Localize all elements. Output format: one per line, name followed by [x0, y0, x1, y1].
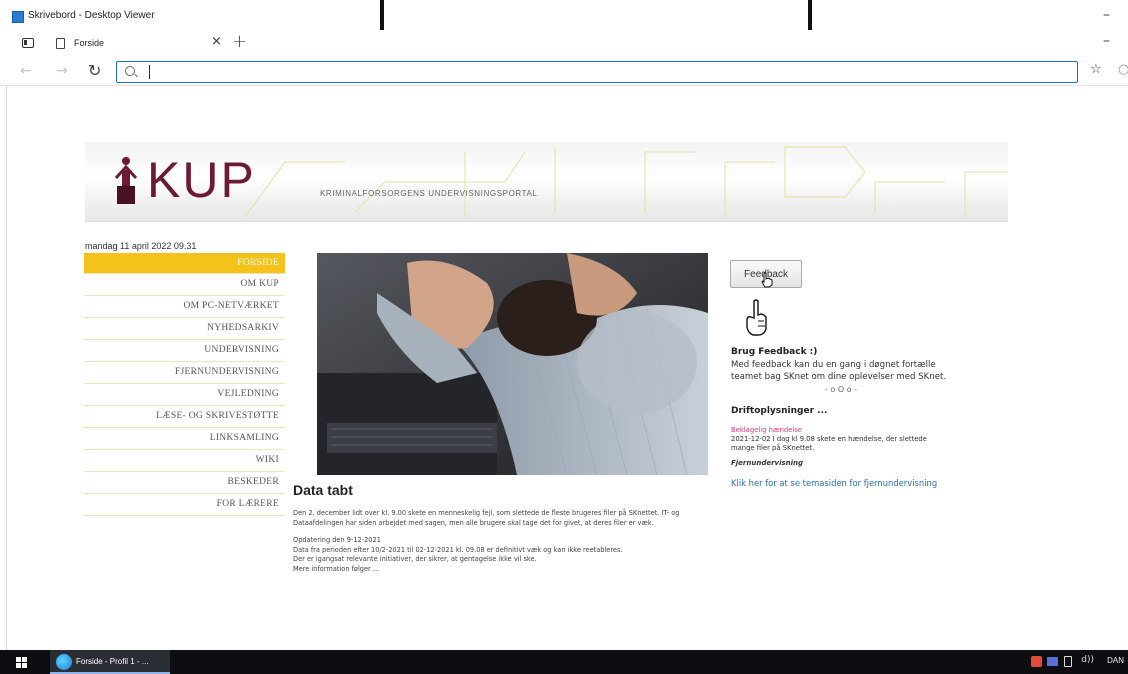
incident-title[interactable]: Beklagelig hændelse [731, 426, 951, 434]
text-caret [149, 65, 150, 79]
remote-teaching-link[interactable]: Klik her for at se temasiden for fjernun… [731, 478, 937, 488]
current-datetime: mandag 11 april 2022 09.31 [85, 241, 197, 251]
window-title: Skrivebord - Desktop Viewer [28, 10, 155, 21]
tab-close-button[interactable]: × [211, 34, 222, 49]
update-line: Data fra perioden efter 10/2-2021 til 02… [293, 545, 623, 554]
taskbar-app-label: Forside - Profil 1 - ... [76, 657, 149, 666]
url-input[interactable] [116, 61, 1078, 83]
browser-menu-icon[interactable]: ○ [1118, 62, 1128, 77]
favorites-icon[interactable]: ☆ [1090, 62, 1102, 77]
browser-tab-forside[interactable]: Forside × [46, 30, 226, 58]
input-language-indicator[interactable]: DAN [1107, 656, 1124, 665]
browser-minimize-button[interactable]: – [1103, 33, 1110, 49]
site-subtitle: KRIMINALFORSORGENS UNDERVISNINGSPORTAL [320, 189, 538, 198]
tab-actions-icon[interactable] [22, 38, 34, 48]
windows-start-icon[interactable] [16, 657, 28, 669]
remote-teaching-title: Fjernundervisning [731, 459, 804, 467]
browser-address-bar: ← → ↻ ☆ ○ [0, 58, 1128, 86]
nav-item-nyhedsarkiv[interactable]: NYHEDSARKIV [84, 318, 285, 340]
article-title: Data tabt [293, 482, 353, 498]
nav-item-laese-og-skrivestotte[interactable]: LÆSE- OG SKRIVESTØTTE [84, 406, 285, 428]
taskbar-browser-app[interactable]: Forside - Profil 1 - ... [50, 650, 170, 674]
volume-icon[interactable]: d)) [1081, 655, 1094, 665]
window-minimize-button[interactable]: – [1103, 7, 1110, 23]
sidebar-right: Brug Feedback :) Med feedback kan du en … [731, 347, 951, 490]
feedback-text: Med feedback kan du en gang i døgnet for… [731, 360, 947, 382]
kup-logo-text[interactable]: KUP [147, 152, 256, 208]
operations-info-title: Driftoplysninger ... [731, 406, 828, 416]
web-page: KUP KRIMINALFORSORGENS UNDERVISNINGSPORT… [0, 86, 1128, 650]
desktop-viewer-app-icon [12, 11, 24, 23]
section-divider: - o O o - [824, 385, 858, 394]
kup-logo-icon [114, 157, 138, 204]
distressed-person-illustration [317, 253, 708, 475]
hand-cursor-icon [761, 272, 773, 288]
nav-item-beskeder[interactable]: BESKEDER [84, 472, 285, 494]
incident-text: 2021-12-02 I dag kl 9.08 skete en hændel… [731, 435, 927, 452]
nav-item-linksamling[interactable]: LINKSAMLING [84, 428, 285, 450]
edge-browser-icon [56, 654, 72, 670]
nav-item-fjernundervisning[interactable]: FJERNUNDERVISNING [84, 362, 285, 384]
forward-arrow-icon[interactable]: → [56, 63, 68, 79]
nav-item-om-kup[interactable]: OM KUP [84, 274, 285, 296]
site-header-banner: KUP KRIMINALFORSORGENS UNDERVISNINGSPORT… [85, 142, 1008, 222]
nav-item-vejledning[interactable]: VEJLEDNING [84, 384, 285, 406]
feedback-title: Brug Feedback :) [731, 347, 818, 357]
windows-taskbar: Forside - Profil 1 - ... d)) DAN [0, 650, 1128, 674]
nav-item-om-pc-netvaerket[interactable]: OM PC-NETVÆRKET [84, 296, 285, 318]
new-tab-button[interactable]: + [232, 31, 247, 52]
tray-app-icon[interactable] [1031, 656, 1042, 667]
search-icon [125, 66, 135, 76]
page-icon [56, 38, 65, 49]
article-body: Den 2. december lidt over kl. 9.00 skete… [293, 509, 713, 574]
nav-item-for-laerere[interactable]: FOR LÆRERE [84, 494, 285, 516]
article-paragraph: Den 2. december lidt over kl. 9.00 skete… [293, 509, 680, 527]
site-navigation: FORSIDE OM KUP OM PC-NETVÆRKET NYHEDSARK… [84, 253, 285, 516]
nav-item-wiki[interactable]: WIKI [84, 450, 285, 472]
network-monitor-icon[interactable] [1047, 657, 1058, 666]
tab-label: Forside [74, 38, 105, 48]
battery-icon[interactable] [1064, 656, 1072, 667]
article-hero-image [317, 253, 708, 475]
update-line: Mere information følger ... [293, 564, 380, 573]
pointing-hand-icon [746, 299, 767, 336]
back-arrow-icon[interactable]: ← [20, 63, 32, 79]
nav-item-forside[interactable]: FORSIDE [84, 253, 285, 274]
refresh-icon[interactable]: ↻ [88, 61, 101, 80]
browser-tab-strip: Forside × + – [0, 30, 1128, 58]
update-line: Der er igangsat relevante initiativer, d… [293, 555, 537, 563]
update-heading: Opdatering den 9-12-2021 [293, 536, 381, 544]
page-left-border [6, 86, 7, 650]
nav-item-undervisning[interactable]: UNDERVISNING [84, 340, 285, 362]
